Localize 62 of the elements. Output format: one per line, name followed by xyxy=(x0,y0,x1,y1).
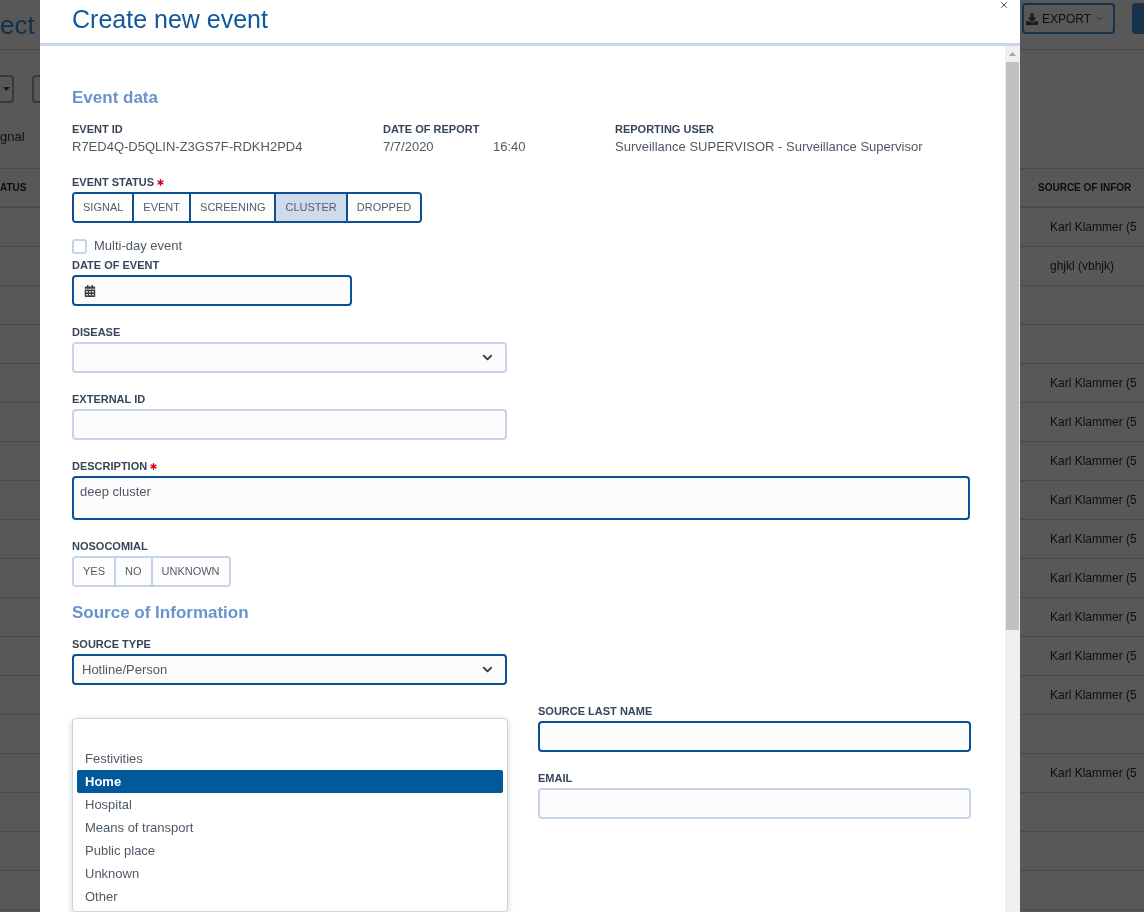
select-field[interactable]: Hotline/Person xyxy=(72,654,507,685)
table-cell-text: Karl Klammer (5 xyxy=(1050,687,1137,704)
column-header: ATUS xyxy=(0,181,27,195)
date-field[interactable] xyxy=(72,275,352,306)
field-label: EVENT ID xyxy=(72,122,123,136)
table-cell-text: ghjkl (vbhjk) xyxy=(1050,258,1115,275)
field-label: DATE OF REPORT xyxy=(383,122,480,136)
close-button[interactable] xyxy=(998,0,1010,10)
table-cell-text: Karl Klammer (5 xyxy=(1050,648,1137,665)
field-label: DESCRIPTION xyxy=(72,459,148,473)
text-input[interactable] xyxy=(538,721,971,752)
scroll-up-arrow-icon[interactable] xyxy=(1009,52,1016,56)
field-label: EMAIL xyxy=(538,771,573,785)
dropdown-option[interactable]: Other xyxy=(77,885,503,908)
table-cell-text: Karl Klammer (5 xyxy=(1050,219,1137,236)
dropdown-option[interactable]: Unknown xyxy=(77,862,503,885)
close-icon xyxy=(999,0,1009,10)
option-button[interactable]: UNKNOWN xyxy=(150,558,229,585)
download-icon xyxy=(1026,12,1038,25)
field-value: Surveillance SUPERVISOR - Surveillance Supervisor xyxy=(615,138,923,157)
field-value: R7ED4Q-D5QLIN-Z3GS7F-RDKH2PD4 xyxy=(72,138,303,157)
field-label: DISEASE xyxy=(72,325,121,339)
dropdown-option[interactable]: Public place xyxy=(77,839,503,862)
field-label: EVENT STATUS xyxy=(72,175,155,189)
dialog-title: Create new event xyxy=(72,4,268,34)
field-label: SOURCE TYPE xyxy=(72,637,151,651)
field-label: DATE OF EVENT xyxy=(72,258,160,272)
checkbox[interactable] xyxy=(72,238,87,254)
scrollbar-thumb[interactable] xyxy=(1006,62,1019,630)
textarea-field[interactable]: deep cluster xyxy=(72,476,970,520)
checkbox-label: Multi-day event xyxy=(94,237,183,256)
chevron-down-icon xyxy=(1095,14,1105,23)
table-cell-text: Karl Klammer (5 xyxy=(1050,414,1137,431)
table-cell-text: Karl Klammer (5 xyxy=(1050,453,1137,470)
section-heading: Source of Information xyxy=(72,602,249,624)
table-cell-text: Karl Klammer (5 xyxy=(1050,492,1137,509)
scrollbar[interactable] xyxy=(1005,46,1020,912)
column-header: SOURCE OF INFOR xyxy=(1038,181,1132,195)
page-title: ect xyxy=(0,9,35,40)
option-button[interactable]: CLUSTER xyxy=(274,194,346,221)
table-cell-text: Karl Klammer (5 xyxy=(1050,765,1137,782)
field-label: REPORTING USER xyxy=(615,122,714,136)
calendar-icon xyxy=(84,284,96,297)
table-cell-text: Karl Klammer (5 xyxy=(1050,375,1137,392)
toolbar-button[interactable] xyxy=(1132,3,1144,34)
select-field[interactable] xyxy=(72,342,507,373)
table-cell-text: Karl Klammer (5 xyxy=(1050,609,1137,626)
field-label: EXTERNAL ID xyxy=(72,392,146,406)
dropdown-option[interactable]: Home xyxy=(77,770,503,793)
section-heading: Event data xyxy=(72,87,158,109)
field-value: 7/7/2020 xyxy=(383,138,435,157)
option-button[interactable]: DROPPED xyxy=(345,194,421,221)
dropdown-option[interactable]: Hospital xyxy=(77,793,503,816)
caret-down-icon xyxy=(2,87,10,91)
field-label: SOURCE LAST NAME xyxy=(538,704,653,718)
dropdown-button[interactable] xyxy=(0,75,14,103)
table-cell-text: Karl Klammer (5 xyxy=(1050,531,1137,548)
field-label: NOSOCOMIAL xyxy=(72,539,148,553)
field-value: 16:40 xyxy=(493,138,526,157)
dropdown-option[interactable]: Means of transport xyxy=(77,816,503,839)
dropdown-option[interactable]: Festivities xyxy=(77,747,503,770)
table-cell-text: Karl Klammer (5 xyxy=(1050,570,1137,587)
